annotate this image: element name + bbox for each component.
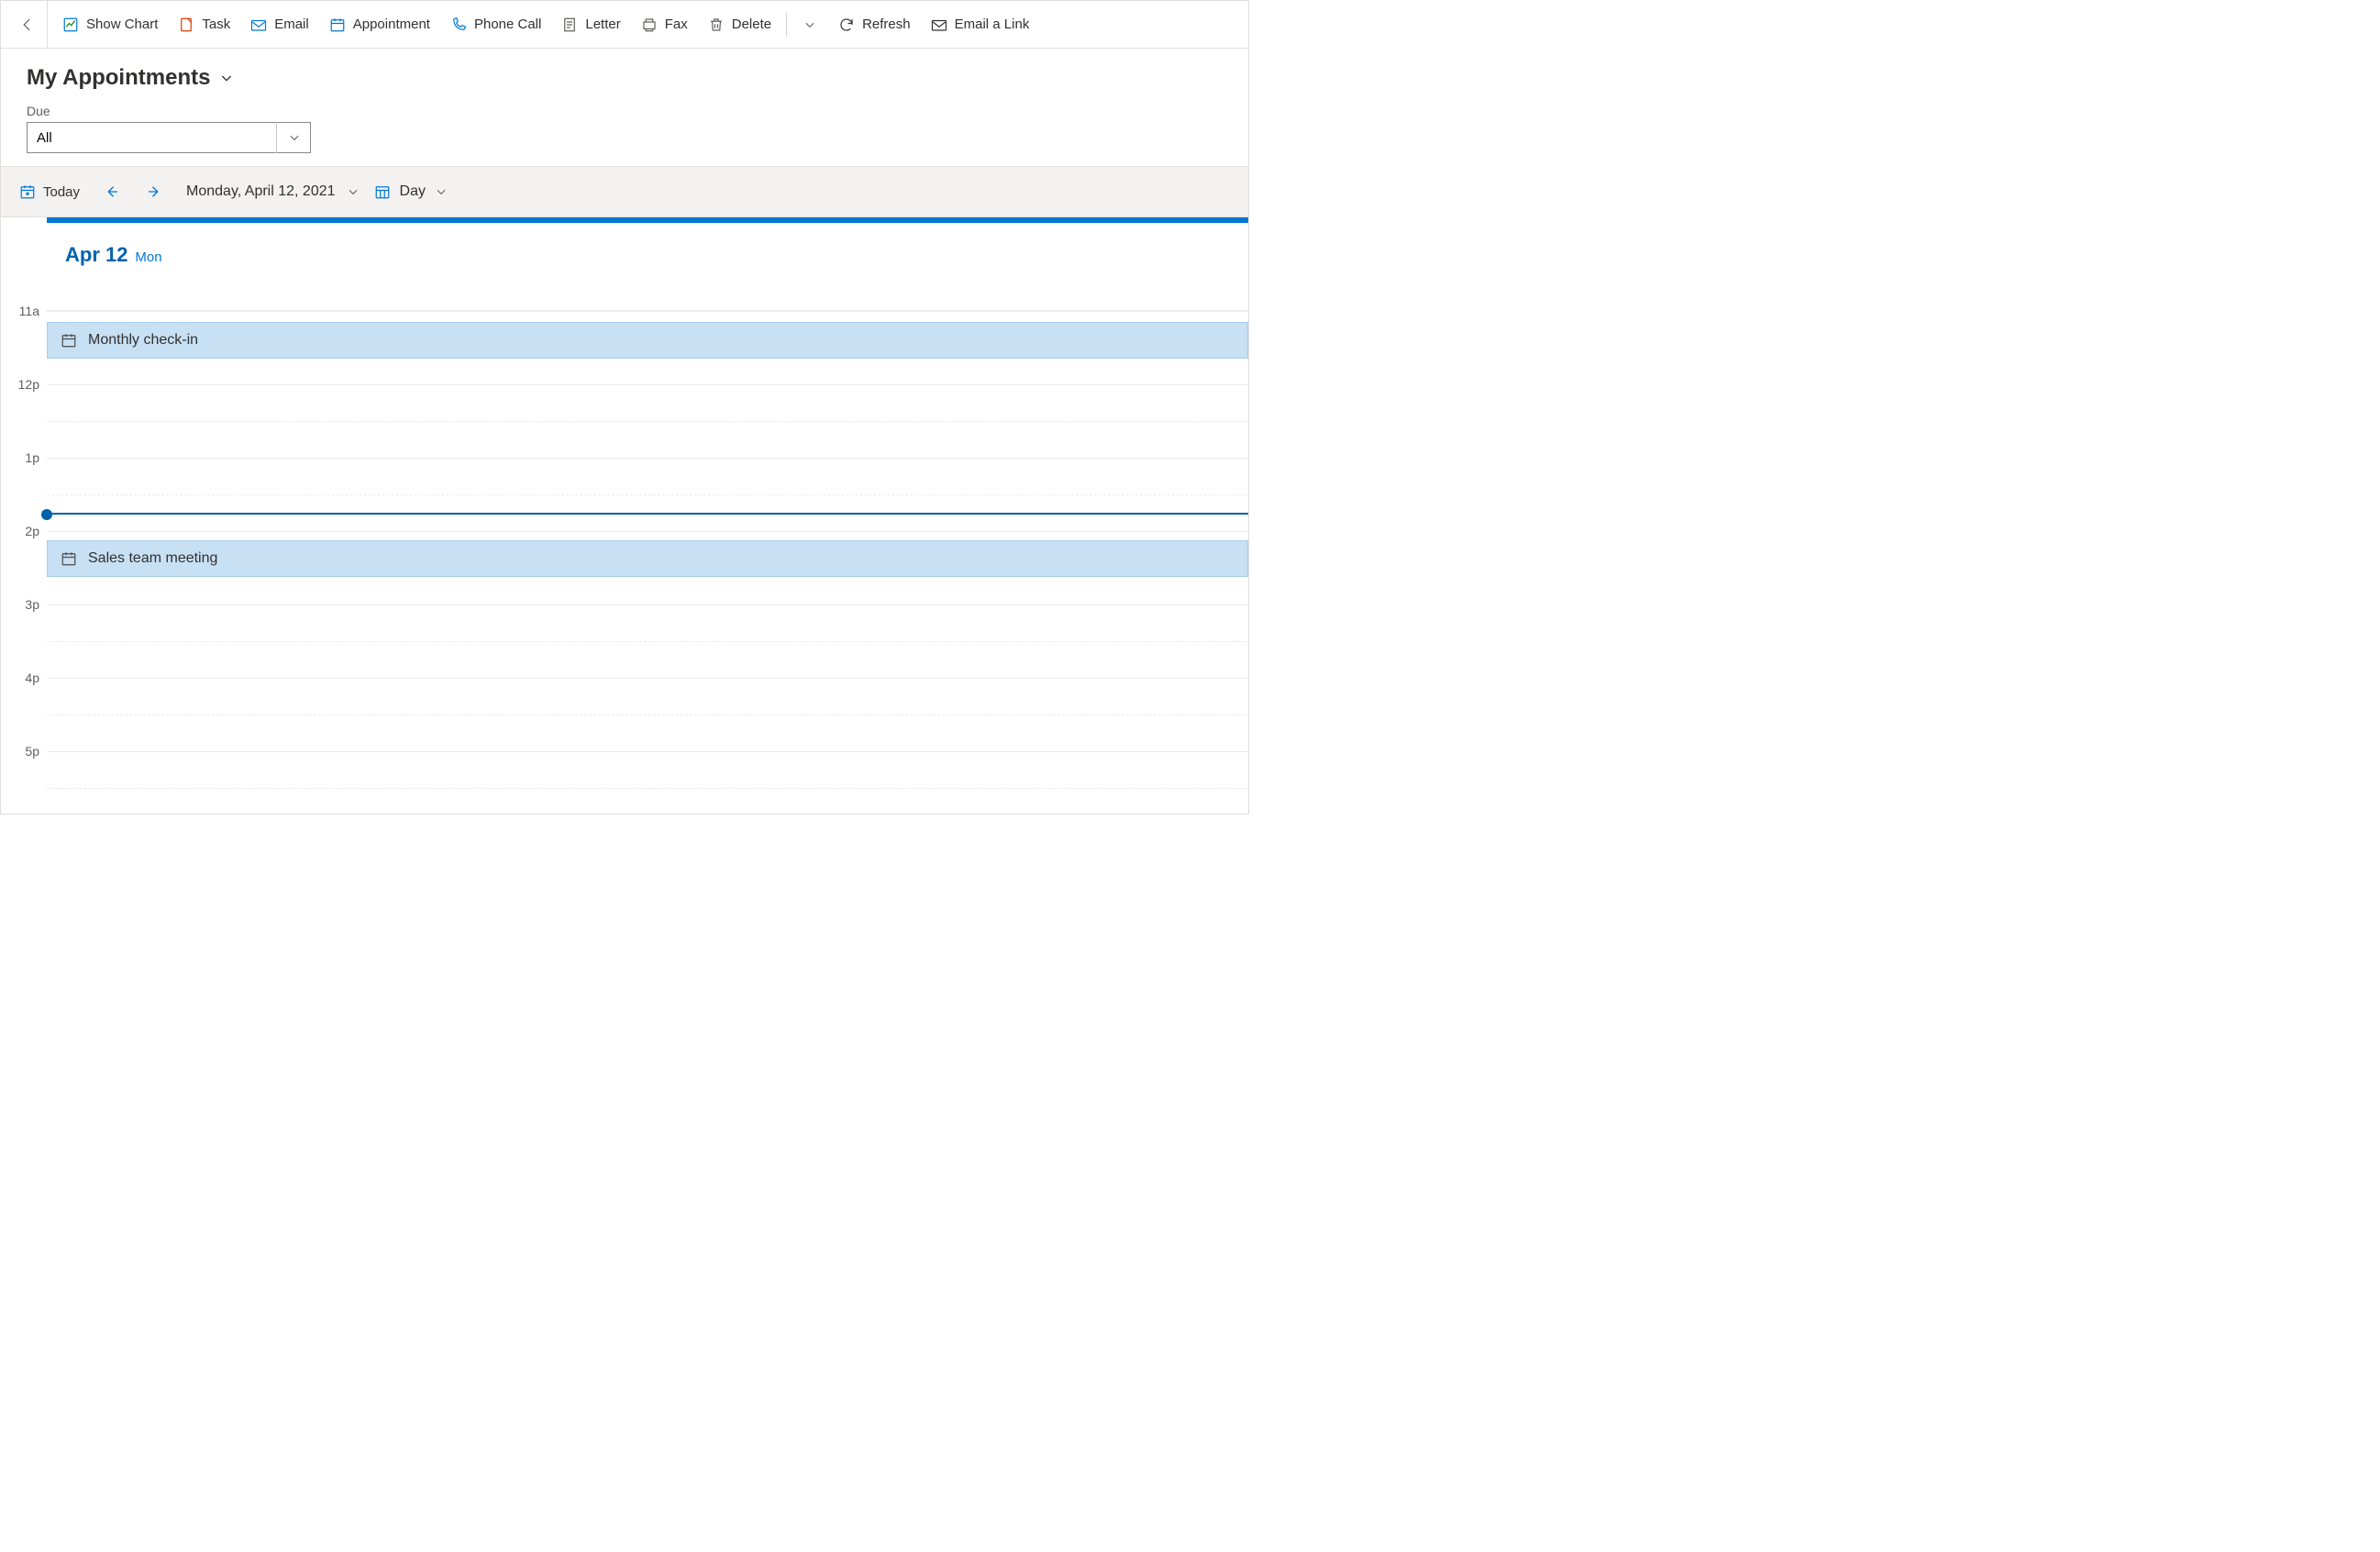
phone-call-button[interactable]: Phone Call: [441, 9, 550, 40]
today-label: Today: [43, 184, 80, 200]
date-label: Monday, April 12, 2021: [186, 183, 335, 200]
appointment[interactable]: Sales team meeting: [47, 540, 1248, 577]
halfhour-gridline: [47, 421, 1248, 422]
view-mode-label: Day: [400, 183, 426, 200]
command-bar: Show Chart Task Email Appointment Phone …: [1, 1, 1248, 49]
due-filter[interactable]: All: [27, 122, 311, 153]
fax-button[interactable]: Fax: [632, 9, 697, 40]
view-header: My Appointments: [1, 49, 1248, 100]
appointment-label: Appointment: [353, 17, 430, 32]
hour-gridline: [47, 678, 1248, 679]
hour-gridline: [47, 751, 1248, 752]
day-header-date: Apr 12: [65, 243, 127, 266]
appointment[interactable]: Monthly check-in: [47, 322, 1248, 359]
time-slots[interactable]: Monthly check-in Sales team meeting: [47, 311, 1248, 808]
calendar-icon: [61, 332, 77, 349]
due-filter-label: Due: [27, 104, 1223, 118]
view-mode-picker[interactable]: Day: [369, 183, 453, 200]
hour-gridline: [47, 604, 1248, 605]
arrow-left-icon: [104, 183, 120, 200]
calendar-icon: [329, 17, 346, 33]
today-button[interactable]: Today: [10, 176, 89, 207]
time-label: 11a: [19, 304, 39, 318]
current-time-dot: [41, 509, 52, 520]
date-picker[interactable]: Monday, April 12, 2021: [177, 183, 364, 200]
overflow-button[interactable]: [792, 9, 827, 40]
due-filter-select[interactable]: All: [27, 122, 311, 153]
view-title-label: My Appointments: [27, 65, 210, 91]
fax-label: Fax: [665, 17, 688, 32]
filter-row: Due All: [1, 100, 1248, 166]
time-label: 4p: [25, 671, 39, 685]
time-label: 3p: [25, 597, 39, 612]
time-grid: 11a12p1p2p3p4p5p Monthly check-inSales t…: [1, 311, 1248, 808]
email-icon: [250, 17, 267, 33]
time-label: 5p: [25, 744, 39, 759]
halfhour-gridline: [47, 494, 1248, 495]
task-label: Task: [202, 17, 230, 32]
chevron-down-icon: [347, 185, 360, 198]
calendar-today-icon: [19, 183, 36, 200]
hour-gridline: [47, 531, 1248, 532]
trash-icon: [708, 17, 725, 33]
time-label: 1p: [25, 450, 39, 465]
time-label: 12p: [18, 377, 39, 392]
show-chart-label: Show Chart: [86, 17, 158, 32]
prev-button[interactable]: [93, 176, 131, 207]
arrow-left-icon: [19, 17, 36, 33]
hour-gridline: [47, 458, 1248, 459]
letter-icon: [561, 17, 578, 33]
current-time-indicator: [47, 513, 1248, 515]
appointment-title: Monthly check-in: [88, 332, 198, 349]
chart-icon: [62, 17, 79, 33]
delete-label: Delete: [732, 17, 771, 32]
chevron-down-icon: [435, 185, 448, 198]
refresh-button[interactable]: Refresh: [829, 9, 920, 40]
email-link-icon: [931, 17, 947, 33]
halfhour-gridline: [47, 788, 1248, 789]
email-button[interactable]: Email: [241, 9, 318, 40]
hour-gridline: [47, 384, 1248, 385]
show-chart-button[interactable]: Show Chart: [53, 9, 167, 40]
refresh-label: Refresh: [862, 17, 911, 32]
calendar-view-icon: [374, 183, 391, 200]
hour-gridline: [47, 311, 1248, 312]
phone-icon: [450, 17, 467, 33]
day-header-dow: Mon: [135, 249, 161, 265]
email-link-label: Email a Link: [955, 17, 1030, 32]
email-link-button[interactable]: Email a Link: [922, 9, 1039, 40]
time-label: 2p: [25, 524, 39, 538]
task-icon: [178, 17, 194, 33]
delete-button[interactable]: Delete: [699, 9, 780, 40]
calendar-icon: [61, 550, 77, 567]
calendar-body: Apr 12 Mon 11a 12p 1p 2p 3p 4p 5p Monthly chec…: [1, 217, 1248, 808]
appointment-button[interactable]: Appointment: [320, 9, 439, 40]
letter-button[interactable]: Letter: [552, 9, 629, 40]
calendar-nav-bar: Today Monday, April 12, 2021 Day: [1, 166, 1248, 217]
refresh-icon: [838, 17, 855, 33]
fax-icon: [641, 17, 658, 33]
email-label: Email: [274, 17, 309, 32]
halfhour-gridline: [47, 641, 1248, 642]
chevron-down-icon: [219, 71, 234, 85]
appointment-title: Sales team meeting: [88, 550, 217, 567]
next-button[interactable]: [135, 176, 173, 207]
view-selector[interactable]: My Appointments: [27, 65, 1223, 91]
day-header[interactable]: Apr 12 Mon: [47, 223, 1248, 311]
arrow-right-icon: [146, 183, 162, 200]
chevron-down-icon: [802, 17, 818, 33]
letter-label: Letter: [585, 17, 620, 32]
phone-call-label: Phone Call: [474, 17, 541, 32]
time-column: 11a12p1p2p3p4p5p: [1, 311, 47, 808]
back-button[interactable]: [8, 1, 48, 48]
toolbar-divider: [786, 13, 787, 37]
task-button[interactable]: Task: [169, 9, 239, 40]
